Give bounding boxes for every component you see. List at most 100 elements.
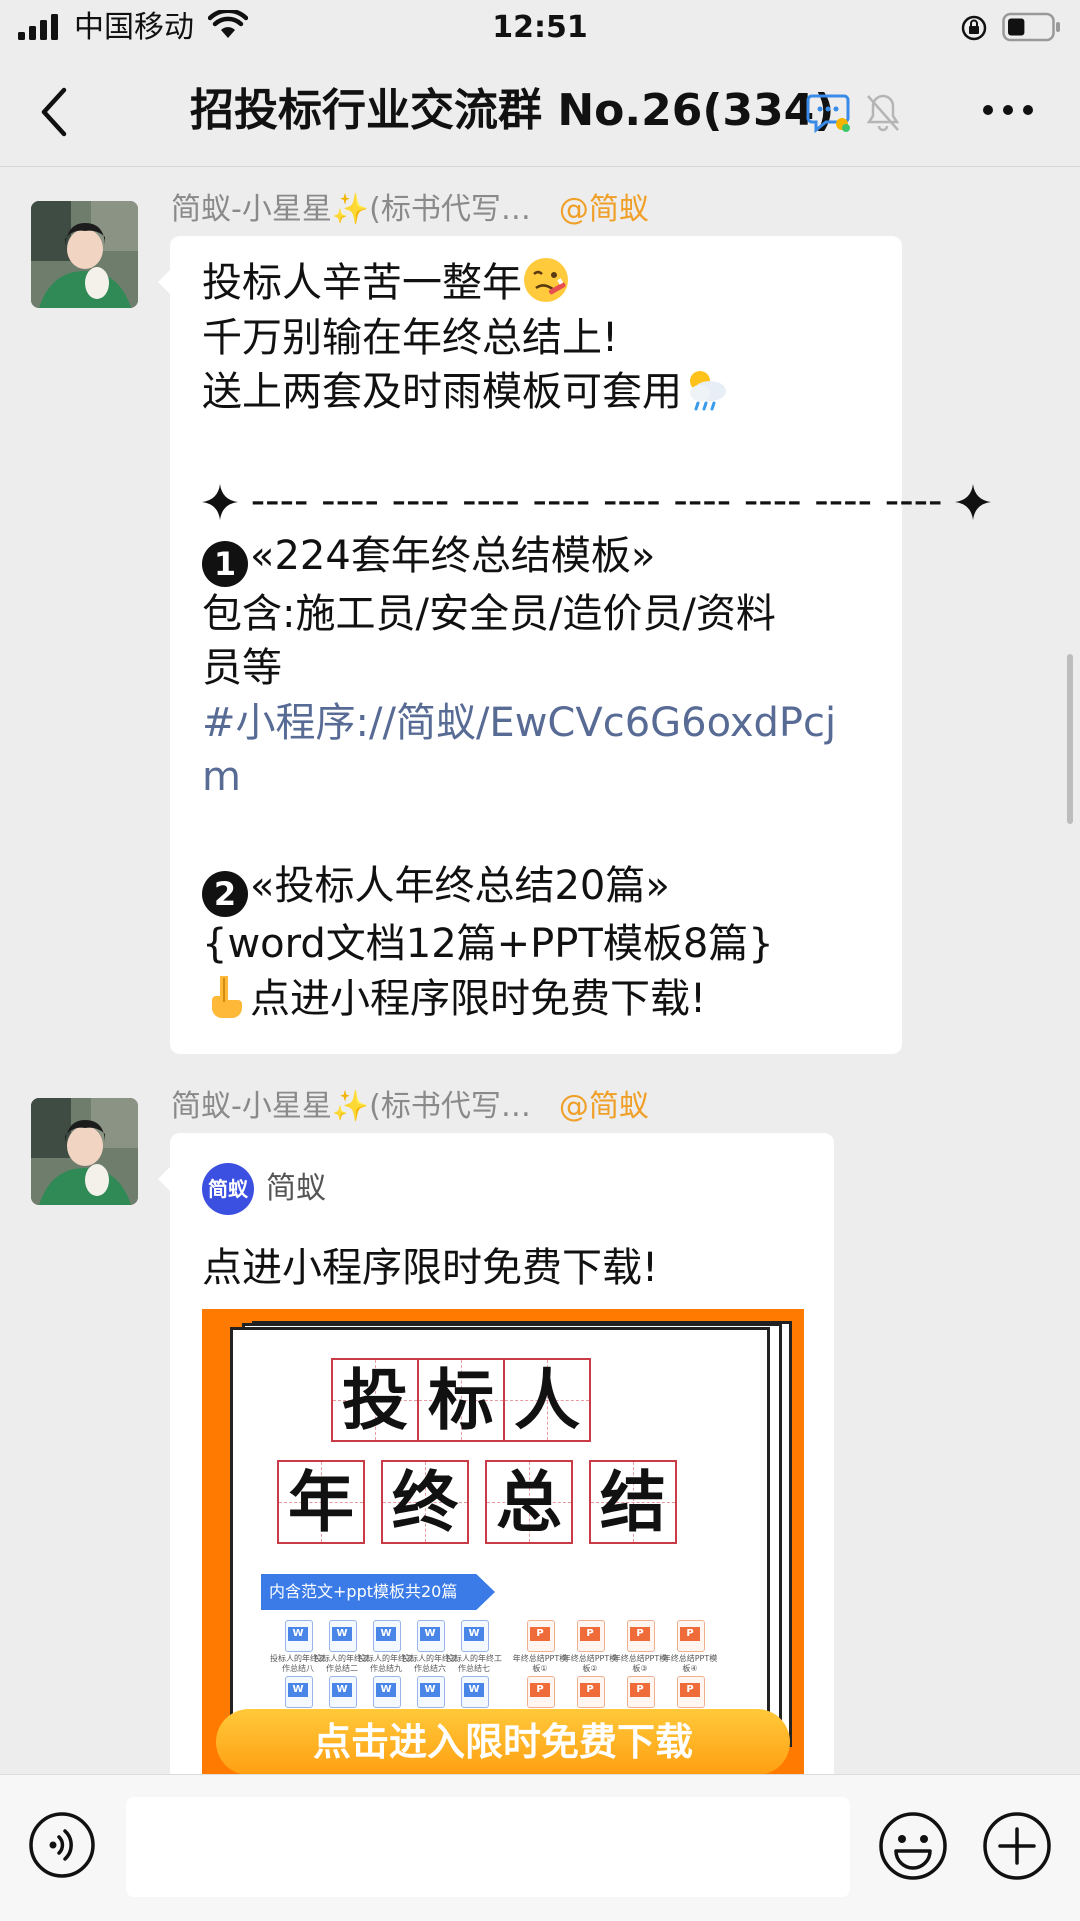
message-line: ---- ---- ---- ---- ---- ---- ---- ---- …: [202, 474, 992, 529]
voice-icon[interactable]: [28, 1811, 96, 1879]
more-icon[interactable]: [980, 90, 1036, 130]
avatar-image: [31, 201, 138, 308]
message-line: 送上两套及时雨模板可套用: [202, 365, 874, 420]
message-line: [202, 420, 874, 475]
pointing-down-hand-icon: [202, 972, 250, 1020]
numbered-circle: 1: [202, 540, 248, 587]
message-line: #小程序://简蚁/EwCVc6G6oxdPcj: [202, 696, 874, 751]
cover-title-char-text: 结: [600, 1463, 666, 1541]
word-doc-icon: [329, 1620, 357, 1652]
chat-title: 招投标行业交流群 No.26(334): [190, 85, 835, 136]
sender-name: 简蚁-小星星✨(标书代写…: [171, 192, 531, 227]
message-input[interactable]: [126, 1797, 850, 1897]
back-chevron-icon[interactable]: [34, 84, 74, 140]
miniprogram-cover-image[interactable]: 内含范文+ppt模板共20篇 投标人年终总结投标人的年终工作总结八投标人的年终工…: [202, 1309, 804, 1779]
word-doc-icon: [285, 1676, 313, 1708]
ppt-doc-icon: [627, 1620, 655, 1652]
woozy-face-icon: [522, 256, 570, 304]
ppt-doc-icon: [577, 1620, 605, 1652]
ppt-doc-icon: [677, 1620, 705, 1652]
miniprogram-card[interactable]: 简蚁 简蚁 点进小程序限时免费下载! 内含范文+ppt模板共20篇 投标人年终总…: [158, 1133, 834, 1793]
chat-header: 招投标行业交流群 No.26(334): [0, 56, 1080, 167]
status-bar: 中国移动 12:51: [0, 0, 1080, 56]
doc-label: 年终总结PPT模板④: [662, 1654, 718, 1673]
battery-icon: [1002, 12, 1060, 42]
ppt-doc-icon: [527, 1676, 555, 1708]
cover-title-char: 投: [331, 1358, 419, 1442]
word-doc-icon: [373, 1676, 401, 1708]
doc-label: 年终总结PPT模板②: [562, 1654, 618, 1673]
message-text-span: 送上两套及时雨模板可套用: [202, 369, 682, 415]
mention-tag[interactable]: @简蚁: [559, 192, 649, 227]
message-line: [202, 805, 874, 860]
sender-line: 简蚁-小星星✨(标书代写… @简蚁: [171, 190, 649, 230]
sender-name: 简蚁-小星星✨(标书代写…: [171, 1089, 531, 1124]
cover-title-char-text: 年: [288, 1463, 354, 1541]
message-text-span: 员等: [202, 645, 282, 691]
message-line: 点进小程序限时免费下载!: [202, 972, 874, 1027]
numbered-circle: 2: [202, 871, 248, 917]
message-text-span: 千万别输在年终总结上!: [202, 314, 619, 361]
ppt-doc-icon: [677, 1676, 705, 1708]
sun-rain-cloud-icon: [682, 365, 730, 413]
message-line: m: [202, 750, 874, 805]
message-text-span: 投标人辛苦一整年: [202, 260, 522, 306]
sparkle-icon: [202, 480, 238, 520]
mute-bell-icon: [866, 94, 900, 132]
clock: 12:51: [492, 10, 588, 45]
sender-avatar[interactable]: [31, 201, 138, 308]
cover-title-char: 终: [381, 1460, 469, 1544]
word-doc-icon: [373, 1620, 401, 1652]
word-doc-icon: [417, 1676, 445, 1708]
doc-label: 投标人的年终工作总结七: [446, 1654, 502, 1673]
miniprogram-logo: 简蚁: [202, 1163, 254, 1215]
word-doc-icon: [461, 1676, 489, 1708]
message-text-span: «224套年终总结模板»: [250, 532, 656, 579]
cover-title-char-text: 终: [392, 1463, 458, 1541]
message-line: {word文档12篇+PPT模板8篇}: [202, 917, 874, 972]
cover-title-char: 总: [485, 1460, 573, 1544]
sender-avatar[interactable]: [31, 1098, 138, 1205]
cover-title-char: 标: [417, 1358, 505, 1442]
ppt-doc-icon: [577, 1676, 605, 1708]
message-text: 投标人辛苦一整年千万别输在年终总结上! 送上两套及时雨模板可套用 ---- ---…: [170, 236, 992, 1046]
word-doc-icon: [285, 1620, 313, 1652]
message-line: 投标人辛苦一整年: [202, 256, 874, 311]
miniprogram-link[interactable]: m: [202, 754, 241, 800]
sparkle-icon: [955, 480, 992, 520]
cover-title-char-text: 人: [514, 1361, 580, 1439]
cover-title-char-text: 总: [496, 1463, 562, 1541]
cover-title-char-text: 标: [428, 1361, 494, 1439]
message-line: 2 «投标人年终总结20篇»: [202, 859, 874, 917]
emoji-icon[interactable]: [878, 1811, 948, 1881]
message-text-span: {word文档12篇+PPT模板8篇}: [202, 921, 774, 967]
message-bubble[interactable]: 投标人辛苦一整年千万别输在年终总结上! 送上两套及时雨模板可套用 ---- ---…: [158, 236, 992, 1054]
message-text-span: ---- ---- ---- ---- ---- ---- ---- ---- …: [238, 478, 956, 524]
message-line: 包含:施工员/安全员/造价员/资料: [202, 587, 874, 642]
message-text-span: 点进小程序限时免费下载!: [250, 975, 707, 1022]
message-text-span: «投标人年终总结20篇»: [250, 863, 670, 909]
bubble-tail: [158, 1167, 170, 1191]
message-line: 员等: [202, 641, 874, 696]
message-line: 1 «224套年终总结模板»: [202, 529, 874, 587]
cover-ribbon: 内含范文+ppt模板共20篇: [261, 1574, 495, 1610]
group-chat-icon: [806, 94, 850, 134]
scrollbar-thumb[interactable]: [1067, 654, 1073, 824]
bubble-tail: [158, 270, 170, 294]
message-line: 千万别输在年终总结上!: [202, 311, 874, 366]
rotation-lock-icon: [961, 15, 987, 41]
ppt-doc-icon: [627, 1676, 655, 1708]
doc-label: 年终总结PPT模板③: [612, 1654, 668, 1673]
sender-line: 简蚁-小星星✨(标书代写… @简蚁: [171, 1087, 649, 1127]
input-bar: [0, 1774, 1080, 1921]
message-text-span: 包含:施工员/安全员/造价员/资料: [202, 590, 776, 637]
cover-title-char-text: 投: [342, 1361, 408, 1439]
plus-icon[interactable]: [982, 1811, 1052, 1881]
free-download-button[interactable]: 点击进入限时免费下载: [216, 1709, 790, 1775]
miniprogram-name: 简蚁: [266, 1171, 326, 1206]
cover-title-char: 结: [589, 1460, 677, 1544]
word-doc-icon: [461, 1620, 489, 1652]
miniprogram-link[interactable]: #小程序://简蚁/EwCVc6G6oxdPcj: [202, 700, 836, 746]
mention-tag[interactable]: @简蚁: [559, 1089, 649, 1124]
avatar-image: [31, 1098, 138, 1205]
